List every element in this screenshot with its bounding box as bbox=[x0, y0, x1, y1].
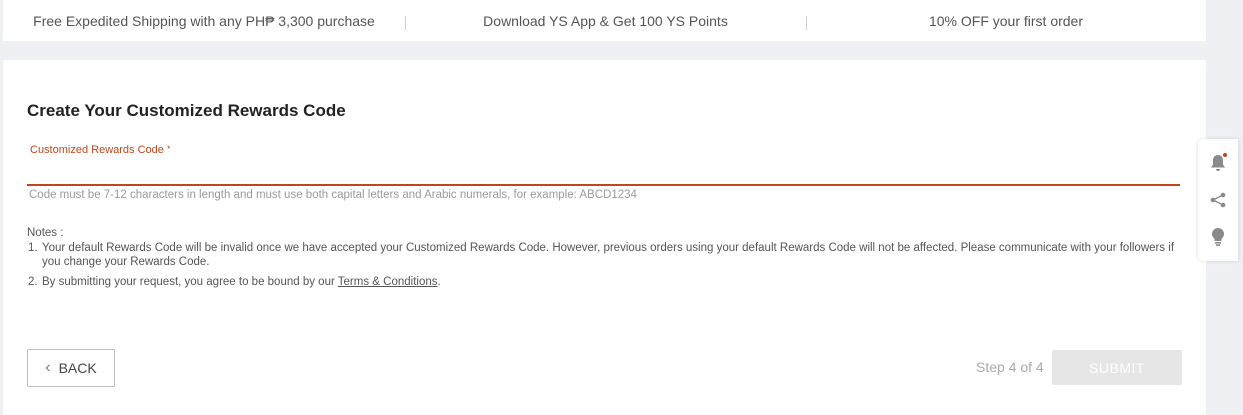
notes-heading: Notes : bbox=[27, 227, 64, 239]
field-label-text: Customized Rewards Code bbox=[30, 144, 164, 156]
notes-list: 1. Your default Rewards Code will be inv… bbox=[27, 241, 1187, 289]
bell-icon[interactable] bbox=[1206, 151, 1230, 175]
promo-app-download[interactable]: Download YS App & Get 100 YS Points bbox=[405, 13, 806, 30]
note-number: 2. bbox=[28, 276, 38, 288]
rewards-code-field-label: Customized Rewards Code * bbox=[30, 144, 170, 156]
rewards-code-form-card: Create Your Customized Rewards Code Cust… bbox=[3, 60, 1206, 415]
note-item: 1. Your default Rewards Code will be inv… bbox=[27, 241, 1187, 269]
promo-first-order[interactable]: 10% OFF your first order bbox=[806, 13, 1206, 30]
rewards-code-input[interactable] bbox=[27, 162, 1180, 186]
back-button[interactable]: ‹ BACK bbox=[27, 349, 115, 387]
step-indicator: Step 4 of 4 bbox=[976, 359, 1044, 375]
chevron-left-icon: ‹ bbox=[45, 359, 51, 376]
page-title: Create Your Customized Rewards Code bbox=[27, 101, 346, 120]
lightbulb-icon[interactable] bbox=[1206, 225, 1230, 249]
promo-bar: Free Expedited Shipping with any PH₱ 3,3… bbox=[3, 0, 1206, 41]
note-text: Your default Rewards Code will be invali… bbox=[42, 242, 1175, 268]
side-toolbar bbox=[1198, 139, 1238, 261]
notes-section: Notes : 1. Your default Rewards Code wil… bbox=[27, 226, 1187, 289]
rewards-code-hint: Code must be 7-12 characters in length a… bbox=[29, 189, 637, 201]
note-item: 2. By submitting your request, you agree… bbox=[27, 275, 1187, 289]
submit-button[interactable]: SUBMIT bbox=[1052, 350, 1182, 385]
note-number: 1. bbox=[28, 242, 38, 254]
terms-conditions-link[interactable]: Terms & Conditions bbox=[338, 276, 438, 288]
required-mark: * bbox=[166, 144, 171, 154]
notification-dot bbox=[1222, 152, 1228, 159]
promo-shipping[interactable]: Free Expedited Shipping with any PH₱ 3,3… bbox=[3, 13, 405, 29]
note-text-end: . bbox=[437, 276, 441, 288]
share-icon[interactable] bbox=[1206, 188, 1230, 212]
back-button-label: BACK bbox=[58, 360, 97, 376]
note-text: By submitting your request, you agree to… bbox=[42, 276, 338, 288]
